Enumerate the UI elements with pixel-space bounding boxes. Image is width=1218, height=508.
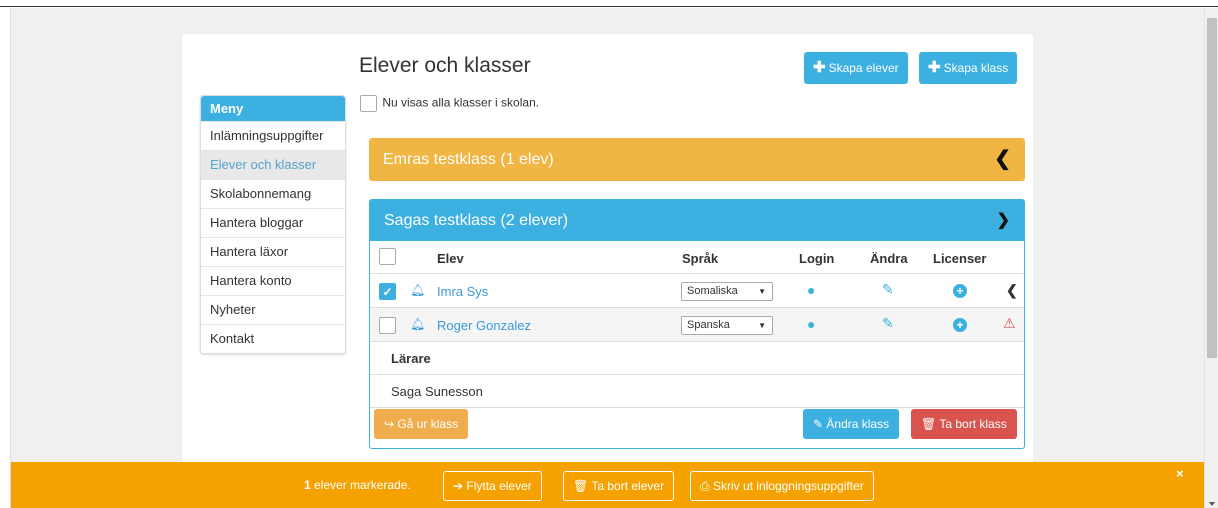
- column-login: Login: [799, 251, 835, 266]
- bell-icon[interactable]: 🔔︎: [410, 317, 425, 331]
- pencil-icon[interactable]: ✎: [882, 281, 894, 298]
- class-title: Sagas testklass (2 elever): [384, 212, 569, 229]
- scrollbar-thumb[interactable]: [1207, 18, 1217, 358]
- create-students-button[interactable]: ✚ Skapa elever: [804, 52, 908, 84]
- class-title: Emras testklass (1 elev): [383, 151, 554, 168]
- page-title: Elever och klasser: [359, 54, 531, 77]
- sidebar-item-elever-och-klasser[interactable]: Elever och klasser: [201, 150, 345, 179]
- create-students-label: Skapa elever: [828, 61, 899, 75]
- sidebar-item-kontakt[interactable]: Kontakt: [201, 324, 345, 353]
- add-license-icon[interactable]: +: [953, 318, 967, 332]
- plus-icon: ✚: [813, 59, 826, 76]
- caret-down-icon: ▼: [758, 321, 766, 330]
- window-top-edge: [0, 0, 1218, 7]
- scroll-down-arrow-icon[interactable]: [1209, 502, 1215, 506]
- leave-class-label: Gå ur klass: [397, 417, 459, 431]
- print-login-button[interactable]: ⎙ Skriv ut inloggningsuppgifter: [690, 471, 874, 501]
- pencil-icon: ✎: [813, 417, 827, 431]
- column-licenser: Licenser: [933, 251, 987, 266]
- add-license-icon[interactable]: +: [953, 284, 967, 298]
- browser-viewport: Meny Inlämningsuppgifter Elever och klas…: [10, 8, 1204, 508]
- arrow-right-icon: ➔: [453, 479, 467, 493]
- print-icon: ⎙: [700, 479, 713, 493]
- plus-icon: ✚: [928, 59, 941, 76]
- show-all-classes-toggle: Nu visas alla klasser i skolan.: [360, 95, 539, 112]
- class-panel-sagas: Sagas testklass (2 elever) ❯ Elev Språk …: [369, 199, 1025, 449]
- selection-count: 1 elever markerade.: [304, 478, 411, 492]
- main-card: Meny Inlämningsuppgifter Elever och klas…: [182, 34, 1033, 508]
- language-select[interactable]: Somaliska ▼: [681, 282, 773, 301]
- teacher-name: Saga Sunesson: [370, 375, 1024, 408]
- sidebar-item-inlamningsuppgifter[interactable]: Inlämningsuppgifter: [201, 121, 345, 150]
- bell-icon[interactable]: 🔔︎: [410, 283, 425, 297]
- column-andra: Ändra: [870, 251, 908, 266]
- chevron-left-icon[interactable]: ❮: [1006, 282, 1018, 299]
- select-all-checkbox[interactable]: [379, 248, 396, 265]
- chevron-down-icon[interactable]: ❯: [997, 200, 1010, 241]
- sidebar-item-skolabonnemang[interactable]: Skolabonnemang: [201, 179, 345, 208]
- students-table-header: Elev Språk Login Ändra Licenser: [370, 241, 1024, 274]
- close-icon[interactable]: ×: [1176, 466, 1184, 481]
- sign-out-icon: ↪: [384, 417, 398, 431]
- create-class-label: Skapa klass: [943, 61, 1009, 75]
- trash-icon: 🗑︎: [921, 417, 940, 431]
- edit-class-label: Ändra klass: [826, 417, 890, 431]
- warning-icon[interactable]: ⚠: [1003, 315, 1016, 332]
- user-icon[interactable]: ●: [807, 282, 815, 298]
- student-name-link[interactable]: Roger Gonzalez: [437, 318, 531, 333]
- move-students-button[interactable]: ➔ Flytta elever: [443, 471, 542, 501]
- class-panel-emras[interactable]: Emras testklass (1 elev) ❮: [369, 138, 1025, 181]
- vertical-scrollbar[interactable]: [1204, 8, 1218, 508]
- delete-students-button[interactable]: 🗑︎ Ta bort elever: [563, 471, 675, 501]
- sidebar-menu: Meny Inlämningsuppgifter Elever och klas…: [200, 95, 346, 354]
- leave-class-button[interactable]: ↪ Gå ur klass: [374, 409, 469, 439]
- table-row: ✓ 🔔︎ Imra Sys Somaliska ▼ ● ✎ + ❮: [370, 274, 1024, 308]
- print-login-label: Skriv ut inloggningsuppgifter: [712, 479, 864, 493]
- table-row: 🔔︎ Roger Gonzalez Spanska ▼ ● ✎ + ⚠: [370, 308, 1024, 342]
- show-all-classes-checkbox[interactable]: [360, 95, 377, 112]
- language-select-value: Somaliska: [687, 285, 738, 297]
- delete-class-label: Ta bort klass: [939, 417, 1007, 431]
- menu-header: Meny: [201, 96, 345, 121]
- sidebar-item-hantera-bloggar[interactable]: Hantera bloggar: [201, 208, 345, 237]
- sidebar-item-hantera-konto[interactable]: Hantera konto: [201, 266, 345, 295]
- class-panel-header[interactable]: Sagas testklass (2 elever) ❯: [370, 200, 1024, 241]
- student-checkbox[interactable]: [379, 317, 396, 334]
- column-elev: Elev: [437, 251, 464, 266]
- language-select-value: Spanska: [687, 319, 730, 331]
- selected-count-value: 1: [304, 478, 311, 492]
- move-students-label: Flytta elever: [466, 479, 532, 493]
- sidebar-item-nyheter[interactable]: Nyheter: [201, 295, 345, 324]
- column-sprak: Språk: [682, 251, 719, 266]
- student-name-link[interactable]: Imra Sys: [437, 284, 488, 299]
- caret-down-icon: ▼: [758, 287, 766, 296]
- create-class-button[interactable]: ✚ Skapa klass: [919, 52, 1018, 84]
- edit-class-button[interactable]: ✎ Ändra klass: [803, 409, 900, 439]
- user-icon[interactable]: ●: [807, 316, 815, 332]
- teachers-label: Lärare: [370, 342, 1024, 375]
- selection-action-bar: 1 elever markerade. ➔ Flytta elever 🗑︎ T…: [11, 462, 1204, 508]
- selected-count-label: elever markerade.: [314, 478, 411, 492]
- sidebar-item-hantera-laxor[interactable]: Hantera läxor: [201, 237, 345, 266]
- pencil-icon[interactable]: ✎: [882, 315, 894, 332]
- show-all-classes-label: Nu visas alla klasser i skolan.: [382, 95, 540, 110]
- language-select[interactable]: Spanska ▼: [681, 316, 773, 335]
- student-checkbox[interactable]: ✓: [379, 283, 396, 300]
- trash-icon: 🗑︎: [573, 479, 592, 493]
- delete-students-label: Ta bort elever: [591, 479, 665, 493]
- delete-class-button[interactable]: 🗑︎ Ta bort klass: [911, 409, 1017, 439]
- chevron-left-icon[interactable]: ❮: [994, 138, 1011, 181]
